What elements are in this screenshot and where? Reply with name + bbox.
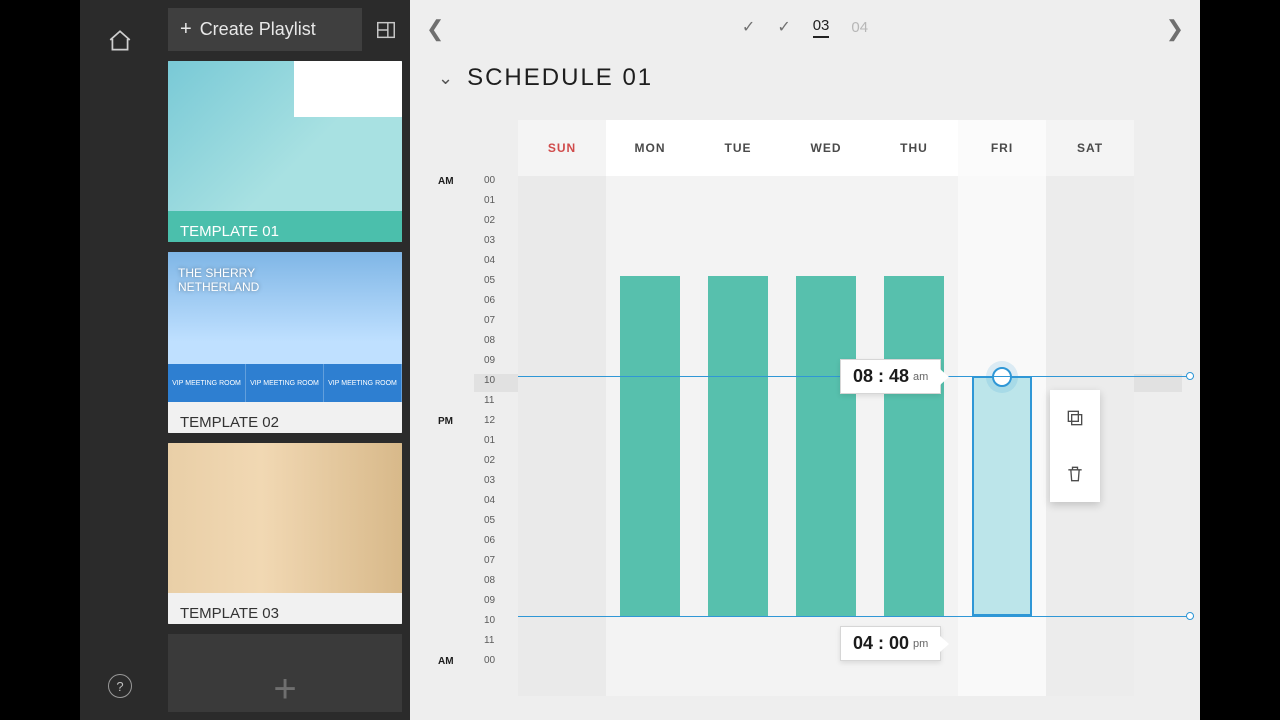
- hour-label: 05: [484, 515, 495, 526]
- template-label: TEMPLATE 01: [168, 211, 402, 242]
- meridiem-label: PM: [438, 416, 453, 427]
- hour-label: 11: [484, 395, 494, 406]
- hour-label: 09: [484, 595, 495, 606]
- schedule-block[interactable]: [708, 276, 768, 616]
- template-badge: SPORTS CLUB: [343, 69, 392, 95]
- create-playlist-label: Create Playlist: [200, 19, 316, 40]
- hour-label: 03: [484, 235, 495, 246]
- hour-label: 07: [484, 555, 495, 566]
- delete-block-button[interactable]: [1050, 446, 1100, 502]
- step-next-button[interactable]: ❯: [1166, 16, 1184, 42]
- step-done-check-icon: ✓: [742, 17, 755, 37]
- hour-label: 01: [484, 195, 495, 206]
- day-column-thu[interactable]: [870, 176, 958, 696]
- step-03[interactable]: 03: [813, 17, 830, 38]
- hour-label: 04: [484, 495, 495, 506]
- hour-label: 00: [484, 175, 495, 186]
- day-column-tue[interactable]: [694, 176, 782, 696]
- playlist-sidebar: + Create Playlist SPORTS CLUB TEMPLATE 0…: [160, 0, 410, 720]
- template-label: TEMPLATE 02: [168, 402, 402, 433]
- hour-label: 06: [484, 535, 495, 546]
- schedule-block[interactable]: [796, 276, 856, 616]
- collapse-chevron-icon[interactable]: ⌄: [438, 68, 453, 89]
- guide-line: [518, 616, 1194, 617]
- hour-label: 02: [484, 455, 495, 466]
- help-icon[interactable]: ?: [108, 674, 132, 698]
- template-label: TEMPLATE 03: [168, 593, 402, 624]
- hour-label: 09: [484, 355, 495, 366]
- template-card-1[interactable]: SPORTS CLUB TEMPLATE 01: [168, 61, 402, 242]
- day-header-mon[interactable]: MON: [606, 120, 694, 176]
- day-header-thu[interactable]: THU: [870, 120, 958, 176]
- day-column-sun[interactable]: [518, 176, 606, 696]
- template-card-3[interactable]: TEMPLATE 03: [168, 443, 402, 624]
- day-column-mon[interactable]: [606, 176, 694, 696]
- schedule-block[interactable]: [620, 276, 680, 616]
- new-schedule-block[interactable]: [972, 376, 1032, 616]
- guide-endpoint[interactable]: [1186, 612, 1194, 620]
- hour-label: 05: [484, 275, 495, 286]
- guide-endpoint[interactable]: [1186, 372, 1194, 380]
- template-caption: THE SHERRY NETHERLAND: [178, 266, 259, 295]
- create-playlist-button[interactable]: + Create Playlist: [168, 8, 362, 51]
- hour-label: 02: [484, 215, 495, 226]
- step-04[interactable]: 04: [851, 19, 868, 36]
- step-prev-button[interactable]: ❮: [426, 16, 444, 42]
- hour-label: 10: [484, 615, 495, 626]
- template-thumb: SPORTS CLUB: [168, 61, 402, 211]
- hour-label: 11: [484, 635, 494, 646]
- plus-icon: +: [180, 18, 192, 41]
- nav-rail: ?: [80, 0, 160, 720]
- hour-label: 07: [484, 315, 495, 326]
- hour-label: 10: [484, 375, 495, 386]
- layout-grid-icon[interactable]: [370, 14, 402, 46]
- step-bar: ❮ ✓ ✓ 03 04 ❯: [410, 0, 1200, 54]
- schedule-main: ❮ ✓ ✓ 03 04 ❯ ⌄ SCHEDULE 01 SUNMONTUEWED…: [410, 0, 1200, 720]
- time-bubble-end[interactable]: 04 : 00pm: [840, 626, 941, 661]
- hour-label: 04: [484, 255, 495, 266]
- time-bubble-start[interactable]: 08 : 48am: [840, 359, 941, 394]
- hour-label: 03: [484, 475, 495, 486]
- hour-label: 12: [484, 415, 495, 426]
- copy-block-button[interactable]: [1050, 390, 1100, 446]
- day-header-sun[interactable]: SUN: [518, 120, 606, 176]
- day-header-tue[interactable]: TUE: [694, 120, 782, 176]
- template-card-2[interactable]: THE SHERRY NETHERLAND VIP MEETING ROOM V…: [168, 252, 402, 433]
- schedule-title: SCHEDULE 01: [467, 64, 653, 92]
- home-icon[interactable]: [80, 0, 160, 61]
- template-thumb: [168, 443, 402, 593]
- step-done-check-icon: ✓: [777, 17, 790, 37]
- schedule-grid[interactable]: SUNMONTUEWEDTHUFRISAT AM PM AM 00 01 02 03 04 05 0…: [438, 120, 1182, 720]
- day-header-sat[interactable]: SAT: [1046, 120, 1134, 176]
- hour-label: 06: [484, 295, 495, 306]
- meridiem-label: AM: [438, 656, 454, 667]
- meridiem-label: AM: [438, 176, 454, 187]
- hour-label: 08: [484, 575, 495, 586]
- hour-label: 08: [484, 335, 495, 346]
- hour-label: 00: [484, 655, 495, 666]
- resize-handle-top[interactable]: [992, 367, 1012, 387]
- schedule-block[interactable]: [884, 276, 944, 616]
- day-column-wed[interactable]: [782, 176, 870, 696]
- block-action-panel: [1050, 390, 1100, 502]
- day-header-wed[interactable]: WED: [782, 120, 870, 176]
- hour-label: 01: [484, 435, 495, 446]
- day-header-fri[interactable]: FRI: [958, 120, 1046, 176]
- template-thumb: THE SHERRY NETHERLAND VIP MEETING ROOM V…: [168, 252, 402, 402]
- add-template-button[interactable]: +: [168, 634, 402, 712]
